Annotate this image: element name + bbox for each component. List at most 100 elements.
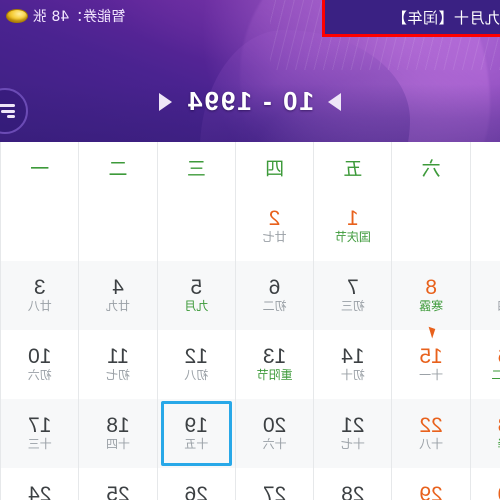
lunar-label: 廿八	[27, 299, 52, 314]
day-number: 27	[262, 483, 287, 500]
weekday-header: 三	[156, 142, 235, 192]
day-cell[interactable]: 4 廿九	[78, 261, 157, 330]
day-cell[interactable]: 16初十二	[469, 330, 500, 399]
day-cell[interactable]: 27廿三	[234, 468, 314, 500]
lunar-label: 寒露	[419, 299, 444, 314]
day-cell[interactable]: 19 十五	[156, 399, 235, 468]
day-number: 7	[347, 276, 359, 300]
day-number: 5	[190, 276, 203, 300]
day-number: 22	[419, 414, 443, 438]
day-number: 29	[419, 483, 443, 500]
weekday-header: 六	[391, 142, 470, 192]
day-cell-empty	[156, 192, 235, 261]
weekday-header: 一	[0, 142, 79, 192]
day-cell[interactable]: 13 重阳节	[234, 330, 314, 399]
day-number: 15	[419, 345, 443, 369]
lunar-label: 十四	[106, 437, 131, 452]
day-cell[interactable]: 25廿一	[78, 468, 157, 500]
lunar-label: 十七	[340, 437, 365, 452]
lunar-label: 十一	[419, 368, 444, 383]
day-cell[interactable]: 9初四	[469, 261, 500, 330]
day-cell[interactable]: 28廿四	[313, 468, 392, 500]
lunar-label: 廿九	[106, 299, 131, 314]
lunar-label: 初二	[262, 299, 287, 314]
lunar-label: 初八	[184, 368, 209, 383]
weekday-header: 四	[234, 142, 314, 192]
day-cell-empty	[391, 192, 470, 261]
day-cell[interactable]: 11 初七	[78, 330, 157, 399]
day-number: 26	[184, 483, 208, 500]
day-cell[interactable]: 15 十一	[391, 330, 470, 399]
lunar-banner: 【闰年】九月十	[322, 0, 500, 37]
day-number: 17	[28, 414, 52, 438]
lunar-label: 十五	[184, 437, 209, 452]
day-number: 18	[106, 414, 130, 438]
day-cell[interactable]: 30廿六	[469, 468, 500, 500]
day-number: 4	[112, 276, 124, 300]
lunar-label: 十三	[27, 437, 52, 452]
day-cell[interactable]: 3 廿八	[0, 261, 79, 330]
day-number: 6	[268, 276, 281, 300]
day-number: 8	[425, 276, 437, 300]
day-cell[interactable]: 21 十七	[313, 399, 392, 468]
day-cell[interactable]: 17 十三	[0, 399, 79, 468]
day-number: 10	[28, 345, 52, 369]
lunar-label: 初六	[27, 368, 52, 383]
menu-icon	[0, 104, 15, 118]
day-number: 14	[341, 345, 365, 369]
hero-header: 【闰年】九月十 智能券：48 张 1994 - 10	[0, 0, 500, 142]
day-cell-empty	[469, 192, 500, 261]
lunar-label: 廿七	[262, 230, 287, 245]
day-cell[interactable]: 18 十四	[78, 399, 157, 468]
chevron-right-icon[interactable]	[327, 92, 341, 111]
day-cell[interactable]: 12 初八	[156, 330, 235, 399]
month-label[interactable]: 1994 - 10	[186, 86, 314, 117]
day-cell[interactable]: 2 廿七	[234, 192, 314, 261]
day-number: 28	[341, 483, 365, 500]
day-cell[interactable]: 8 寒露	[391, 261, 470, 330]
lunar-label: 十八	[419, 437, 444, 452]
day-number: 19	[184, 414, 208, 438]
day-cell[interactable]: 23霜降	[469, 399, 500, 468]
lunar-label: 初十	[340, 368, 365, 383]
day-number: 11	[107, 345, 129, 369]
lunar-label: 初三	[340, 299, 365, 314]
calendar-app: 【闰年】九月十 智能券：48 张 1994 - 10 日六五四三二一1国庆节2廿…	[0, 0, 500, 500]
calendar-grid: 日六五四三二一1国庆节2廿七9初四8寒露7初三6初二5九月4廿九3廿八16初十二…	[0, 142, 500, 500]
day-cell-empty	[78, 192, 157, 261]
day-cell[interactable]: 10 初六	[0, 330, 79, 399]
day-cell[interactable]: 7 初三	[313, 261, 392, 330]
weekday-header: 五	[313, 142, 392, 192]
day-cell[interactable]: 22 十八	[391, 399, 470, 468]
day-cell[interactable]: 1 国庆节	[313, 192, 392, 261]
month-navigator: 1994 - 10	[0, 86, 500, 117]
day-number: 1	[347, 207, 359, 231]
day-cell[interactable]: 5 九月	[156, 261, 235, 330]
ticket-balance[interactable]: 智能券：48 张	[6, 6, 125, 26]
day-number: 2	[268, 207, 281, 231]
day-number: 20	[262, 414, 287, 438]
day-number: 25	[106, 483, 130, 500]
lunar-label: 十六	[262, 437, 287, 452]
day-cell[interactable]: 14 初十	[313, 330, 392, 399]
lunar-label: 国庆节	[334, 230, 371, 245]
lunar-label: 初十二	[491, 368, 500, 382]
day-number: 3	[33, 276, 46, 300]
day-cell[interactable]: 6 初二	[234, 261, 314, 330]
day-number: 21	[341, 414, 365, 438]
calendar-body: 日六五四三二一1国庆节2廿七9初四8寒露7初三6初二5九月4廿九3廿八16初十二…	[0, 142, 500, 500]
day-number: 24	[28, 483, 52, 500]
weekday-header: 日	[469, 142, 500, 192]
lunar-label: 九月	[184, 299, 209, 314]
day-cell[interactable]: 26廿二	[156, 468, 235, 500]
day-cell[interactable]: 24二十	[0, 468, 79, 500]
lunar-label: 重阳节	[256, 368, 293, 383]
day-cell[interactable]: 29廿五	[391, 468, 470, 500]
chevron-left-icon[interactable]	[159, 92, 173, 111]
day-number: 13	[262, 345, 287, 369]
day-cell-empty	[0, 192, 79, 261]
weekday-header: 二	[78, 142, 157, 192]
day-number: 12	[184, 345, 208, 369]
day-cell[interactable]: 20 十六	[234, 399, 314, 468]
coin-icon	[6, 9, 28, 23]
